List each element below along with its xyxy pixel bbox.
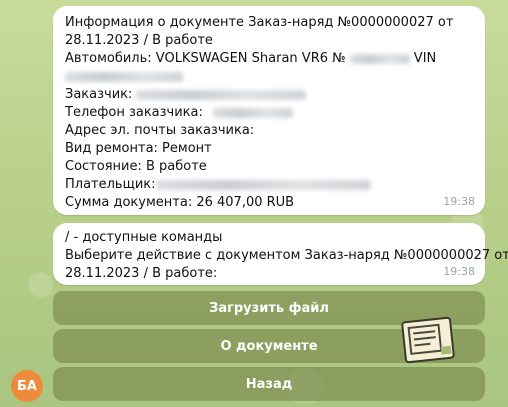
message-time: 19:38 bbox=[443, 265, 475, 278]
message-line: Сумма документа: 26 407,00 RUB bbox=[65, 195, 295, 210]
payer-label: Плательщик: bbox=[65, 177, 156, 192]
redacted-text bbox=[212, 107, 293, 118]
message-bubble-document-info[interactable]: Информация о документе Заказ-наряд №0000… bbox=[53, 6, 485, 215]
car-label: Автомобиль: VOLKSWAGEN Sharan VR6 № bbox=[65, 51, 346, 66]
message-line: Выберите действие с документом Заказ-нар… bbox=[65, 248, 508, 263]
redacted-text bbox=[155, 179, 371, 190]
message-line: / - доступные команды bbox=[65, 230, 223, 245]
message-line: 28.11.2023 / В работе bbox=[65, 33, 213, 48]
message-line: Вид ремонта: Ремонт bbox=[65, 141, 212, 156]
redacted-text bbox=[349, 53, 410, 64]
redacted-text bbox=[136, 89, 307, 100]
message-line: 28.11.2023 / В работе: bbox=[65, 266, 218, 281]
message-time: 19:38 bbox=[443, 195, 475, 208]
message-line: Телефон заказчика: bbox=[65, 104, 475, 122]
message-line: Автомобиль: VOLKSWAGEN Sharan VR6 № VIN bbox=[65, 50, 475, 68]
message-line: Плательщик: bbox=[65, 176, 475, 194]
message-line: Адрес эл. почты заказчика: bbox=[65, 123, 255, 138]
message-bubble-commands[interactable]: / - доступные команды Выберите действие … bbox=[53, 223, 508, 285]
redacted-text bbox=[65, 71, 183, 82]
back-button[interactable]: Назад bbox=[53, 367, 485, 401]
vin-label: VIN bbox=[413, 51, 437, 66]
message-line: Заказчик: bbox=[65, 86, 475, 104]
message-line bbox=[65, 68, 475, 86]
message-line: Состояние: В работе bbox=[65, 159, 207, 174]
message-line: Информация о документе Заказ-наряд №0000… bbox=[65, 15, 454, 30]
document-sticker-icon bbox=[401, 316, 455, 364]
customer-label: Заказчик: bbox=[65, 87, 133, 102]
avatar[interactable]: БА bbox=[11, 370, 43, 402]
phone-label: Телефон заказчика: bbox=[65, 105, 203, 120]
